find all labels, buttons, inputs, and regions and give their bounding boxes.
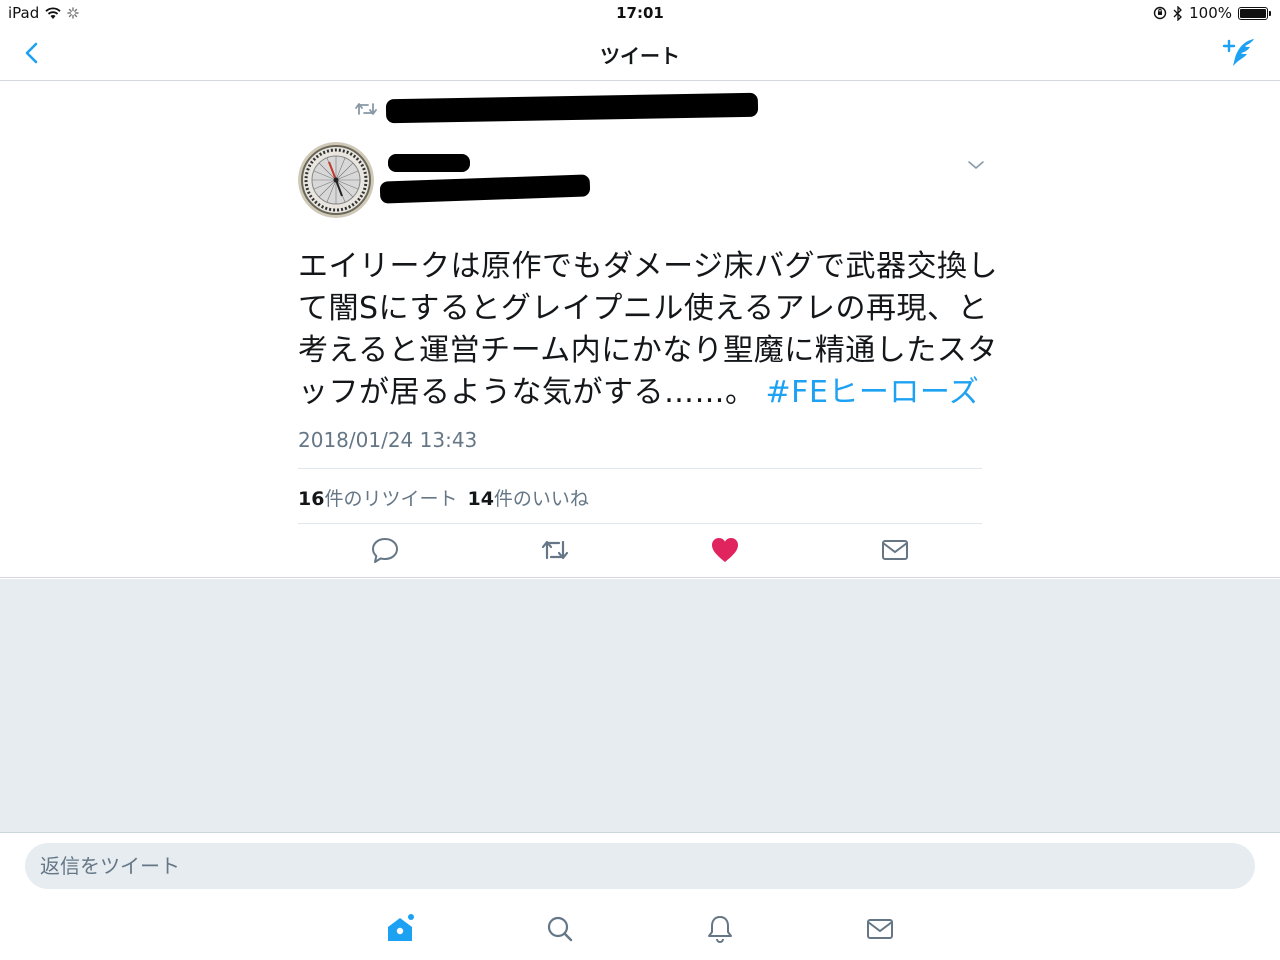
battery-icon (1238, 6, 1271, 20)
redacted-username (379, 174, 591, 204)
retweeted-by-row (355, 100, 377, 118)
divider (298, 468, 982, 469)
tweet-timestamp: 2018/01/24 13:43 (298, 428, 478, 452)
search-icon[interactable] (544, 913, 576, 945)
hashtag-link[interactable]: #FEヒーローズ (766, 375, 980, 410)
bluetooth-icon (1173, 5, 1183, 21)
like-count[interactable]: 14件のいいね (467, 484, 588, 511)
page-title: ツイート (600, 44, 680, 68)
reply-icon[interactable] (369, 534, 401, 566)
status-bar: iPad 17:01 100% (0, 0, 1280, 26)
redacted-retweeter (385, 92, 759, 124)
tweet-text: エイリークは原作でもダメージ床バグで武器交換して闇Sにするとグレイプニル使えるア… (298, 246, 998, 414)
like-count-label: 件のいいね (493, 488, 589, 510)
reply-input[interactable] (25, 843, 1255, 889)
nav-bar: ツイート (0, 26, 1280, 81)
replies-area (0, 579, 1280, 833)
like-count-number: 14 (467, 488, 494, 510)
compose-tweet-icon[interactable] (1222, 36, 1258, 70)
messages-icon[interactable] (864, 913, 896, 945)
redacted-display-name (388, 154, 470, 172)
retweet-count-number: 16 (298, 488, 325, 510)
retweet-small-icon (355, 103, 377, 115)
retweet-count-label: 件のリツイート (324, 488, 458, 510)
tweet-detail: エイリークは原作でもダメージ床バグで武器交換して闇Sにするとグレイプニル使えるア… (0, 82, 1280, 578)
status-time: 17:01 (616, 4, 664, 22)
clock-avatar-image (298, 142, 374, 218)
status-right: 100% (1153, 4, 1271, 22)
engagement-counts: 16件のリツイート 14件のいいね (298, 484, 589, 511)
bottom-bar (0, 833, 1280, 960)
message-icon[interactable] (879, 534, 911, 566)
battery-percent: 100% (1189, 4, 1232, 22)
orientation-lock-icon (1153, 6, 1167, 20)
battery-fill (1240, 8, 1266, 18)
chevron-down-icon[interactable] (966, 158, 986, 172)
tweet-actions (298, 534, 982, 568)
notifications-icon[interactable] (704, 913, 736, 945)
avatar[interactable] (298, 142, 374, 218)
divider (298, 523, 982, 524)
retweet-count[interactable]: 16件のリツイート (298, 484, 457, 511)
heart-icon[interactable] (709, 534, 741, 566)
home-icon[interactable] (384, 913, 416, 945)
retweet-icon[interactable] (539, 534, 571, 566)
